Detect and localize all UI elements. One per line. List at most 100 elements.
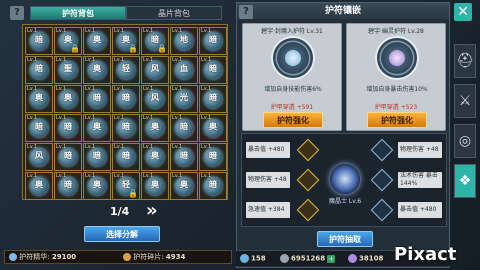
shard-value: 4934 <box>165 253 186 261</box>
charm-glyph: 奥 <box>151 122 159 131</box>
charm-cell[interactable]: Lv.1 轻 <box>112 56 140 84</box>
charm-cell[interactable]: Lv.1 暗 <box>25 27 53 55</box>
inventory-tabs: 护符背包 晶片背包 <box>30 6 222 20</box>
essence-counter: 护符精华: 29100 <box>9 251 76 263</box>
charm-cell[interactable]: Lv.1 暗 <box>199 143 227 171</box>
charm-cell[interactable]: Lv.1 暗 <box>83 85 111 113</box>
charm-cell[interactable]: Lv.1 奥 <box>170 172 198 200</box>
charm-glyph: 暗 <box>209 35 217 44</box>
charm-cell[interactable]: Lv.1 奥 <box>25 172 53 200</box>
close-button[interactable]: ✕ <box>454 3 472 21</box>
slot-desc: 增加自身技能伤害6% <box>264 86 322 93</box>
charm-cell[interactable]: Lv.1 风 <box>25 143 53 171</box>
charm-cell[interactable]: Lv.1 暗 <box>199 85 227 113</box>
charm-cell[interactable]: Lv.1 地 <box>170 27 198 55</box>
charm-cell[interactable]: Lv.1 奥 <box>54 85 82 113</box>
add-gold-icon[interactable]: + <box>327 254 336 263</box>
shard-label: 护符碎片: <box>133 253 164 261</box>
enhance-button-right[interactable]: 护符强化 <box>367 112 427 128</box>
charm-cell[interactable]: Lv.1 光 <box>170 85 198 113</box>
charm-cell[interactable]: Lv.1 血 <box>170 56 198 84</box>
charm-cell[interactable]: Lv.1 暗 <box>25 114 53 142</box>
charm-cell[interactable]: Lv.1 奥 <box>141 114 169 142</box>
charm-glyph: 光 <box>180 93 188 102</box>
chip-slot-gold-1[interactable] <box>296 138 320 162</box>
extract-button[interactable]: 护符抽取 <box>317 231 373 247</box>
charm-cell[interactable]: Lv.1 奥 <box>83 114 111 142</box>
charm-glyph: 暗 <box>209 151 217 160</box>
charm-slot-left[interactable]: 碧宇·封魔入护符 Lv.31 增加自身技能伤害6% 护甲穿透 +591 护符强化 <box>242 23 342 131</box>
watermark-text: Pixact <box>394 244 457 265</box>
charm-cell[interactable]: Lv.1 奥 <box>141 172 169 200</box>
core-chip-icon[interactable] <box>330 164 360 194</box>
charm-cell[interactable]: Lv.1 暗 <box>54 143 82 171</box>
charm-glyph: 风 <box>151 64 159 73</box>
charm-cell[interactable]: Lv.1 奥 <box>83 27 111 55</box>
charm-cell[interactable]: Lv.1 风 <box>141 85 169 113</box>
chip-slot-blue-2[interactable] <box>370 168 394 192</box>
charm-cell[interactable]: Lv.1 暗 <box>199 172 227 200</box>
charm-glyph: 轻 <box>122 64 130 73</box>
charm-cell[interactable]: Lv.1 奥 <box>199 114 227 142</box>
slot-name: 碧宇·幽灵护符 Lv.28 <box>368 28 424 35</box>
charm-cell[interactable]: Lv.1 风 <box>141 56 169 84</box>
page-indicator: 1/4 <box>110 205 130 218</box>
next-page-icon[interactable]: » <box>146 200 158 221</box>
charm-cell[interactable]: Lv.1 奥 🔒 <box>112 27 140 55</box>
charm-cell[interactable]: Lv.1 暗 <box>199 27 227 55</box>
charm-cell[interactable]: Lv.1 奥 <box>83 172 111 200</box>
charm-glyph: 暗 <box>209 64 217 73</box>
charm-slot-right[interactable]: 碧宇·幽灵护符 Lv.28 增加自身暴击伤害10% 护甲穿透 +523 护符强化 <box>346 23 446 131</box>
chip-slot-blue-3[interactable] <box>370 198 394 222</box>
charm-glyph: 暗 <box>122 151 130 160</box>
lock-icon: 🔒 <box>157 44 167 53</box>
crossed-swords-icon[interactable]: ⚔ <box>454 84 476 118</box>
charm-glyph: 奥 <box>93 35 101 44</box>
charm-glyph: 奥 <box>151 151 159 160</box>
charm-cell[interactable]: Lv.1 奥 <box>25 85 53 113</box>
tab-chip-bag[interactable]: 晶片背包 <box>126 6 222 20</box>
attr-right-1: 物理伤害 +48 <box>398 142 442 158</box>
lock-icon: 🔒 <box>128 189 138 198</box>
charm-cell[interactable]: Lv.1 暗 <box>170 143 198 171</box>
charm-cell[interactable]: Lv.1 暗 <box>54 114 82 142</box>
charm-grid: Lv.1 暗 Lv.1 奥 🔒 Lv.1 奥 Lv.1 奥 🔒 Lv.1 暗 🔒 Lv.1 地 Lv.1 暗 Lv… <box>22 24 228 200</box>
charm-cell[interactable]: Lv.1 暗 <box>25 56 53 84</box>
charm-cell[interactable]: Lv.1 暗 <box>170 114 198 142</box>
decompose-button[interactable]: 选择分解 <box>84 226 160 242</box>
charm-cell[interactable]: Lv.1 奥 <box>141 143 169 171</box>
charm-glyph: 风 <box>35 151 43 160</box>
attr-left-2: 物理伤害 +48 <box>246 172 290 188</box>
charm-cell[interactable]: Lv.1 暗 <box>112 85 140 113</box>
charm-glyph: 奥 <box>64 93 72 102</box>
chip-slot-gold-2[interactable] <box>296 168 320 192</box>
target-icon[interactable]: ◎ <box>454 124 476 158</box>
charm-cell[interactable]: Lv.1 暗 <box>112 143 140 171</box>
charm-cell[interactable]: Lv.1 奥 🔒 <box>54 27 82 55</box>
chip-slot-blue-1[interactable] <box>370 138 394 162</box>
enhance-button-left[interactable]: 护符强化 <box>263 112 323 128</box>
tab-charm-bag[interactable]: 护符背包 <box>30 6 126 20</box>
charm-inventory-panel: ? 护符背包 晶片背包 Lv.1 暗 Lv.1 奥 🔒 Lv.1 奥 Lv.1 奥 🔒 Lv.1 暗 🔒… <box>4 2 232 268</box>
diamond-icon <box>348 254 357 263</box>
charm-glyph: 奥 <box>93 180 101 189</box>
helmet-icon[interactable]: ⛑ <box>454 44 476 78</box>
charm-cell[interactable]: Lv.1 聖 <box>54 56 82 84</box>
charm-cell[interactable]: Lv.1 暗 <box>83 143 111 171</box>
chip-slot-gold-3[interactable] <box>296 198 320 222</box>
charm-glyph: 暗 <box>93 93 101 102</box>
charm-cell[interactable]: Lv.1 暗 <box>54 172 82 200</box>
charm-glyph: 暗 <box>35 35 43 44</box>
charm-cell[interactable]: Lv.1 轻 🔒 <box>112 172 140 200</box>
gold-counter: 6951268 + <box>280 254 336 263</box>
charm-cell[interactable]: Lv.1 暗 <box>112 114 140 142</box>
attr-right-3: 暴击值 +480 <box>398 202 442 218</box>
help-icon[interactable]: ? <box>239 5 253 19</box>
charm-glyph: 奥 <box>93 122 101 131</box>
charm-cell[interactable]: Lv.1 暗 <box>199 56 227 84</box>
charm-icon[interactable]: ❖ <box>454 164 476 198</box>
charm-glyph: 暗 <box>122 93 130 102</box>
charm-cell[interactable]: Lv.1 暗 🔒 <box>141 27 169 55</box>
help-icon[interactable]: ? <box>10 6 24 20</box>
charm-cell[interactable]: Lv.1 奥 <box>83 56 111 84</box>
